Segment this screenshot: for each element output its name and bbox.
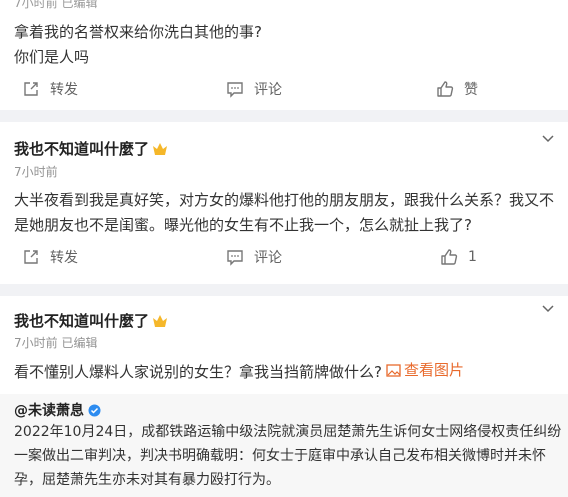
post-text-content: 看不懂别人爆料人家说别的女生？拿我当挡箭牌做什么? <box>14 363 382 381</box>
verified-icon <box>88 404 101 416</box>
comment-button[interactable]: 评论 <box>226 242 282 272</box>
author-name[interactable]: 我也不知道叫什麼了 <box>14 310 149 331</box>
like-count: 1 <box>468 249 477 265</box>
repost-button[interactable]: 转发 <box>22 242 78 272</box>
view-picture-link[interactable]: 查看图片 <box>382 358 464 383</box>
comment-icon <box>227 250 243 266</box>
quoted-text-line: 2022年10月24日，成都铁路运输中级法院就演员屈楚萧先生诉何女士网络侵权责任… <box>14 424 562 440</box>
separator <box>0 284 568 296</box>
post-text-line: 看不懂别人爆料人家说别的女生？拿我当挡箭牌做什么? 查看图片 <box>14 358 544 385</box>
like-button[interactable]: 1 <box>440 242 477 272</box>
repost-label: 转发 <box>50 250 78 266</box>
view-picture-label[interactable]: 查看图片 <box>404 358 464 383</box>
like-button[interactable]: 赞 <box>436 74 478 104</box>
repost-icon <box>24 250 38 264</box>
thumbs-up-icon <box>437 81 454 97</box>
post-author[interactable]: 我也不知道叫什麼了 <box>14 310 168 331</box>
comment-icon <box>227 82 243 98</box>
repost-label: 转发 <box>50 82 78 98</box>
post-time: 7小时前 <box>14 165 58 179</box>
post-text: 大半夜看到我是真好笑，对方女的爆料他打他的朋友朋友，跟我什么关系？我又不 是她朋… <box>14 188 558 238</box>
post-card-3: 我也不知道叫什麼了 7小时前 已编辑 看不懂别人爆料人家说别的女生？拿我当挡箭牌… <box>0 296 568 497</box>
post-text-line: 你们是人吗 <box>14 48 90 66</box>
post-card-2: 我也不知道叫什麼了 7小时前 大半夜看到我是真好笑，对方女的爆料他打他的朋友朋友… <box>0 122 568 284</box>
comment-label: 评论 <box>254 250 282 266</box>
repost-button[interactable]: 转发 <box>22 74 78 104</box>
quoted-author-name[interactable]: @未读萧息 <box>14 400 84 420</box>
like-label: 赞 <box>464 82 478 98</box>
post-text: 看不懂别人爆料人家说别的女生？拿我当挡箭牌做什么? 查看图片 <box>14 358 544 385</box>
post-text: 拿着我的名誉权来给你洗白其他的事? 你们是人吗 <box>14 20 544 70</box>
comment-label: 评论 <box>254 82 282 98</box>
post-actions: 转发 评论 1 <box>0 242 568 272</box>
post-text-line: 是她朋友也不是闺蜜。曝光他的女生有不止我一个，怎么就扯上我了? <box>14 216 472 234</box>
quoted-text-line: 孕，屈楚萧先生亦未对其有暴力殴打行为。 <box>14 472 280 488</box>
crown-badge-icon <box>153 142 168 155</box>
quoted-post[interactable]: @未读萧息 2022年10月24日，成都铁路运输中级法院就演员屈楚萧先生诉何女士… <box>0 394 568 497</box>
repost-icon <box>24 82 38 96</box>
post-card-1: 7小时前 已编辑 拿着我的名誉权来给你洗白其他的事? 你们是人吗 转发 评论 赞 <box>0 0 568 110</box>
post-author[interactable]: 我也不知道叫什麼了 <box>14 138 168 159</box>
crown-badge-icon <box>153 314 168 327</box>
post-actions: 转发 评论 赞 <box>0 74 568 104</box>
quoted-text: 2022年10月24日，成都铁路运输中级法院就演员屈楚萧先生诉何女士网络侵权责任… <box>14 420 561 492</box>
chevron-down-icon[interactable] <box>540 300 556 316</box>
picture-icon <box>386 364 401 377</box>
comment-button[interactable]: 评论 <box>226 74 282 104</box>
quoted-author[interactable]: @未读萧息 <box>14 400 101 420</box>
post-meta: 7小时前 已编辑 <box>14 0 98 10</box>
thumbs-up-icon <box>441 249 458 265</box>
author-name[interactable]: 我也不知道叫什麼了 <box>14 138 149 159</box>
quoted-text-line: 一案做出二审判决，判决书明确载明：何女士于庭审中承认自己发布相关微博时并未怀 <box>14 448 546 464</box>
post-text-line: 拿着我的名誉权来给你洗白其他的事? <box>14 23 262 41</box>
separator <box>0 110 568 122</box>
post-time: 7小时前 已编辑 <box>14 336 98 350</box>
post-text-line: 大半夜看到我是真好笑，对方女的爆料他打他的朋友朋友，跟我什么关系？我又不 <box>14 191 555 209</box>
chevron-down-icon[interactable] <box>540 130 556 146</box>
